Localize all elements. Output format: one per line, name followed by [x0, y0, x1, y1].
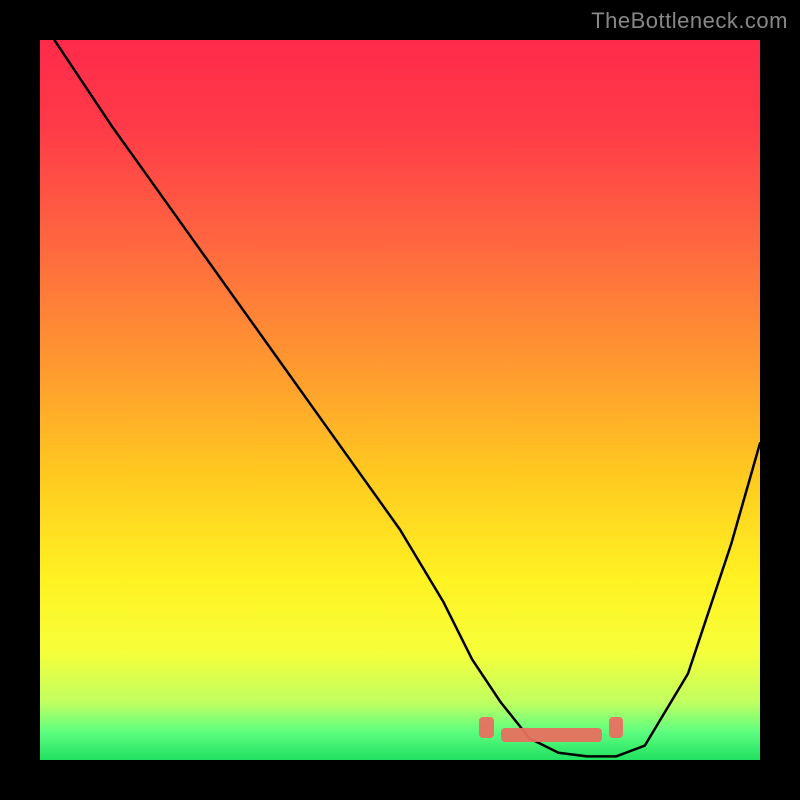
watermark-text: TheBottleneck.com — [591, 8, 788, 34]
optimal-zone-marker — [609, 717, 623, 739]
bottleneck-curve — [40, 40, 760, 760]
optimal-zone-marker — [501, 728, 602, 742]
chart-plot-area — [40, 40, 760, 760]
optimal-zone-marker — [479, 717, 493, 739]
